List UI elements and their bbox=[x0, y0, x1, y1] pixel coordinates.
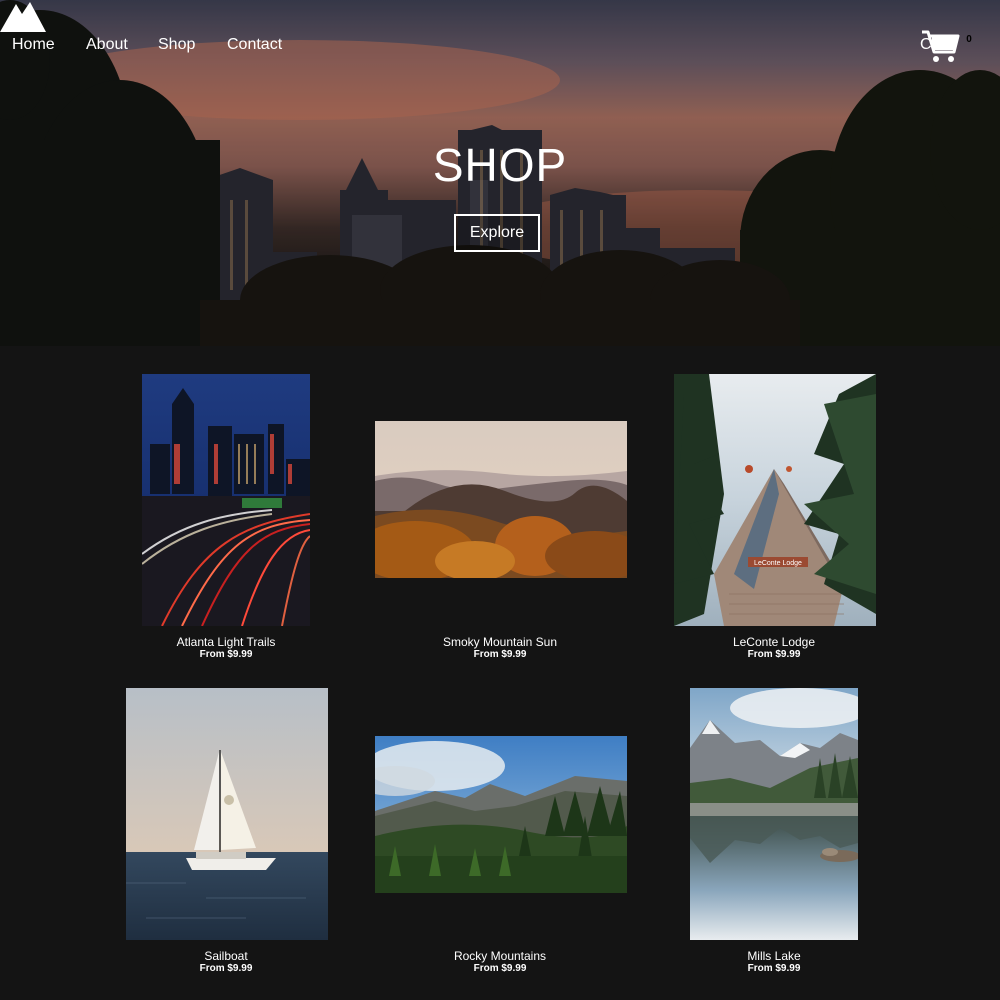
mountain-logo-icon[interactable] bbox=[0, 0, 46, 32]
hero-banner: Home About Shop Contact Cart 0 SHOP Expl… bbox=[0, 0, 1000, 346]
product-card[interactable]: Rocky Mountains From $9.99 bbox=[370, 688, 630, 978]
product-image[interactable] bbox=[375, 421, 627, 578]
explore-button[interactable]: Explore bbox=[454, 214, 540, 252]
product-card[interactable]: Sailboat From $9.99 bbox=[96, 688, 356, 978]
product-price: From $9.99 bbox=[199, 649, 253, 660]
product-card[interactable]: LeConte Lodge LeConte Lodge From $9.99 bbox=[644, 374, 904, 664]
product-price: From $9.99 bbox=[473, 649, 527, 660]
nav-about[interactable]: About bbox=[86, 36, 128, 54]
product-price: From $9.99 bbox=[747, 963, 801, 974]
product-price: From $9.99 bbox=[199, 963, 253, 974]
shopping-cart-icon bbox=[922, 30, 960, 62]
product-name[interactable]: Rocky Mountains bbox=[370, 949, 630, 963]
product-image[interactable] bbox=[690, 688, 858, 940]
nav-shop[interactable]: Shop bbox=[158, 36, 195, 54]
product-card[interactable]: Atlanta Light Trails From $9.99 bbox=[96, 374, 356, 664]
product-price: From $9.99 bbox=[747, 649, 801, 660]
product-name[interactable]: Smoky Mountain Sun bbox=[370, 635, 630, 649]
nav-contact[interactable]: Contact bbox=[227, 36, 282, 54]
product-image[interactable] bbox=[142, 374, 310, 626]
product-name[interactable]: Mills Lake bbox=[644, 949, 904, 963]
product-name[interactable]: Sailboat bbox=[96, 949, 356, 963]
cart-count-badge: 0 bbox=[966, 34, 972, 45]
product-price: From $9.99 bbox=[473, 963, 527, 974]
product-image[interactable] bbox=[375, 736, 627, 893]
product-image[interactable] bbox=[126, 688, 328, 940]
product-card[interactable]: Smoky Mountain Sun From $9.99 bbox=[370, 374, 630, 664]
product-name[interactable]: LeConte Lodge bbox=[644, 635, 904, 649]
page-title: SHOP bbox=[432, 139, 568, 191]
product-card[interactable]: Mills Lake From $9.99 bbox=[644, 688, 904, 978]
nav-home[interactable]: Home bbox=[12, 36, 55, 54]
product-name[interactable]: Atlanta Light Trails bbox=[96, 635, 356, 649]
product-image[interactable]: LeConte Lodge bbox=[674, 374, 876, 626]
cart-button[interactable]: Cart 0 bbox=[920, 28, 990, 64]
lodge-sign-text: LeConte Lodge bbox=[754, 560, 802, 567]
